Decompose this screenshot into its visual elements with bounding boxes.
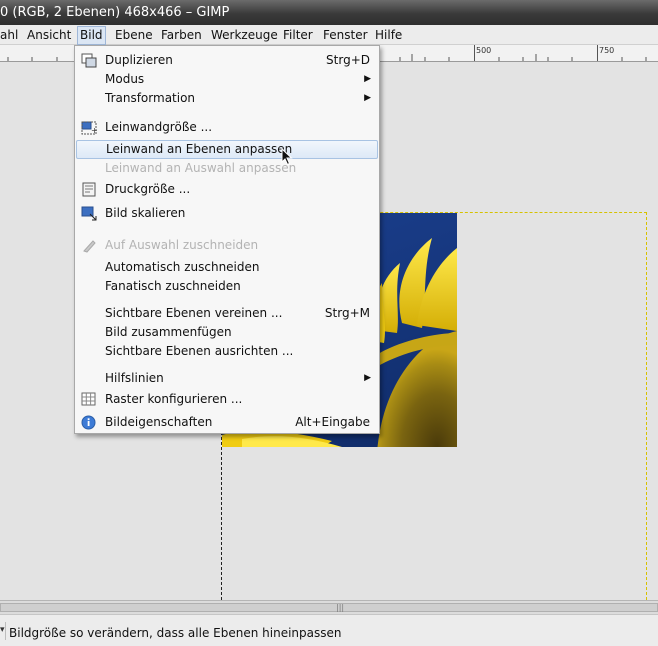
menu-item-duplizieren[interactable]: Duplizieren Strg+D — [75, 51, 379, 70]
submenu-arrow-icon: ▶ — [364, 93, 371, 103]
menu-item-label: Leinwandgröße ... — [105, 120, 213, 134]
menu-item-druckgroesse[interactable]: Druckgröße ... — [75, 180, 379, 199]
menu-item-label: Raster konfigurieren ... — [105, 392, 243, 406]
menu-item-label: Sichtbare Ebenen ausrichten ... — [105, 344, 294, 358]
print-size-icon — [81, 182, 97, 197]
menu-item-label: Leinwand an Auswahl anpassen — [105, 161, 297, 175]
menu-item-label: Druckgröße ... — [105, 182, 191, 196]
menu-item-bild-zusammenfuegen[interactable]: Bild zusammenfügen — [75, 323, 379, 342]
menu-item-modus[interactable]: Modus ▶ — [75, 70, 379, 89]
menu-item-bild-skalieren[interactable]: Bild skalieren — [75, 204, 379, 223]
menu-item-label: Transformation — [105, 91, 196, 105]
menu-item-shortcut: Strg+M — [324, 306, 370, 320]
menu-ansicht[interactable]: Ansicht — [25, 27, 73, 44]
info-icon — [81, 415, 97, 430]
grid-icon — [81, 392, 97, 407]
status-message: Bildgröße so verändern, dass alle Ebenen… — [9, 626, 342, 640]
menu-item-label: Automatisch zuschneiden — [105, 260, 260, 274]
svg-text:+: + — [91, 126, 97, 135]
menu-item-fanatisch-zuschneiden[interactable]: Fanatisch zuschneiden — [75, 277, 379, 296]
bild-menu: Duplizieren Strg+D Modus ▶ Transformatio… — [74, 45, 380, 434]
menu-item-label: Bildeigenschaften — [105, 415, 213, 429]
window-title: 0 (RGB, 2 Ebenen) 468x466 – GIMP — [0, 5, 230, 20]
menu-item-label: Hilfslinien — [105, 371, 164, 385]
submenu-arrow-icon: ▶ — [364, 74, 371, 84]
horizontal-scrollbar[interactable]: ||| — [0, 600, 658, 614]
menu-item-label: Duplizieren — [105, 53, 173, 67]
menu-item-label: Fanatisch zuschneiden — [105, 279, 241, 293]
menu-werkzeuge[interactable]: Werkzeuge — [209, 27, 280, 44]
menu-item-ebenen-ausrichten[interactable]: Sichtbare Ebenen ausrichten ... — [75, 342, 379, 361]
scale-image-icon — [81, 206, 97, 221]
mouse-cursor-icon — [281, 148, 293, 166]
menu-item-automatisch-zuschneiden[interactable]: Automatisch zuschneiden — [75, 258, 379, 277]
status-bar: ▾ Bildgröße so verändern, dass alle Eben… — [0, 614, 658, 646]
menu-bar: ahl Ansicht Bild Ebene Farben Werkzeuge … — [0, 25, 658, 45]
menu-item-label: Sichtbare Ebenen vereinen ... — [105, 306, 283, 320]
menu-item-label: Auf Auswahl zuschneiden — [105, 238, 259, 252]
menu-item-hilfslinien[interactable]: Hilfslinien ▶ — [75, 369, 379, 388]
menu-fenster[interactable]: Fenster — [321, 27, 370, 44]
status-separator — [5, 622, 6, 640]
menu-item-bildeigenschaften[interactable]: Bildeigenschaften Alt+Eingabe — [75, 413, 379, 432]
menu-item-label: Leinwand an Ebenen anpassen — [106, 142, 293, 156]
menu-item-leinwandgroesse[interactable]: + Leinwandgröße ... — [75, 118, 379, 137]
menu-item-leinwand-an-ebenen[interactable]: Leinwand an Ebenen anpassen — [76, 140, 378, 159]
scrollbar-grip-icon: ||| — [336, 603, 345, 612]
canvas-size-icon: + — [81, 120, 98, 135]
title-bar: 0 (RGB, 2 Ebenen) 468x466 – GIMP — [0, 0, 658, 25]
scrollbar-thumb[interactable] — [0, 603, 658, 612]
menu-hilfe[interactable]: Hilfe — [373, 27, 404, 44]
menu-item-raster-konfigurieren[interactable]: Raster konfigurieren ... — [75, 390, 379, 409]
menu-item-ebenen-vereinen[interactable]: Sichtbare Ebenen vereinen ... Strg+M — [75, 304, 379, 323]
menu-filter[interactable]: Filter — [281, 27, 315, 44]
menu-ebene[interactable]: Ebene — [113, 27, 155, 44]
menu-view-partial[interactable]: ahl — [0, 27, 20, 44]
menu-item-auf-auswahl-zuschneiden[interactable]: Auf Auswahl zuschneiden — [75, 236, 379, 255]
menu-bild[interactable]: Bild — [77, 26, 106, 45]
menu-farben[interactable]: Farben — [159, 27, 204, 44]
menu-item-label: Bild zusammenfügen — [105, 325, 232, 339]
menu-item-label: Modus — [105, 72, 145, 86]
menu-item-transformation[interactable]: Transformation ▶ — [75, 89, 379, 108]
menu-item-label: Bild skalieren — [105, 206, 186, 220]
menu-item-shortcut: Strg+D — [326, 53, 370, 67]
duplicate-icon — [81, 53, 97, 68]
menu-item-leinwand-an-auswahl[interactable]: Leinwand an Auswahl anpassen — [75, 159, 379, 178]
crop-icon — [81, 238, 97, 253]
menu-item-shortcut: Alt+Eingabe — [295, 415, 370, 429]
submenu-arrow-icon: ▶ — [364, 373, 371, 383]
unit-dropdown-icon[interactable]: ▾ — [0, 625, 5, 635]
